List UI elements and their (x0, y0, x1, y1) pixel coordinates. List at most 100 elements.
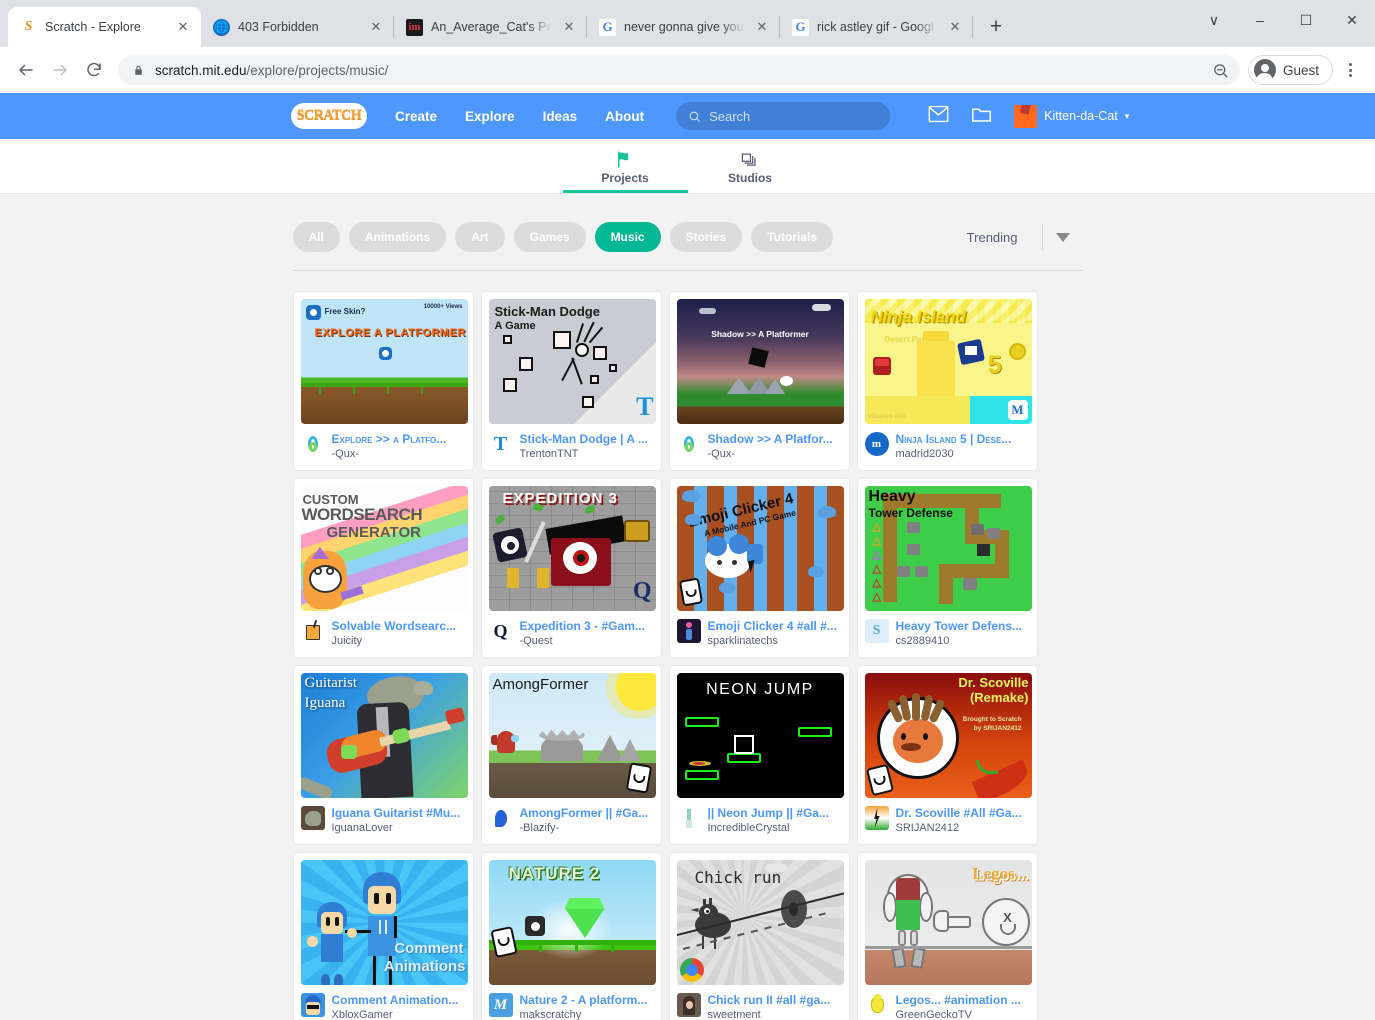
project-author[interactable]: sparklinatechs (708, 634, 842, 648)
profile-button[interactable]: Guest (1247, 55, 1333, 85)
project-avatar[interactable] (676, 432, 701, 456)
filter-chip-art[interactable]: Art (455, 222, 505, 252)
project-card[interactable]: Heavy Tower Defense △ △ △ △ △ △ S Heavy … (856, 478, 1038, 658)
project-title[interactable]: Dr. Scoville #All #Ga... (896, 806, 1030, 820)
search-input[interactable]: Search (676, 102, 891, 130)
tab-close-icon[interactable]: ✕ (559, 17, 579, 37)
project-author[interactable]: IguanaLover (332, 821, 466, 835)
project-avatar[interactable]: S (864, 619, 889, 643)
filter-chip-all[interactable]: All (292, 222, 340, 252)
browser-tab[interactable]: 🌐 403 Forbidden ✕ (201, 7, 394, 47)
project-title[interactable]: Explore >> a Platfo... (332, 432, 466, 446)
project-avatar[interactable]: m (864, 432, 889, 456)
project-title[interactable]: Solvable Wordsearc... (332, 619, 466, 633)
project-thumbnail[interactable]: EXPEDITION 3 Q (488, 486, 656, 611)
project-avatar[interactable] (300, 993, 325, 1017)
tab-search-caret-icon[interactable]: ∨ (1191, 0, 1237, 40)
project-author[interactable]: -Blazify- (520, 821, 654, 835)
filter-chip-animations[interactable]: Animations (348, 222, 447, 252)
browser-tab[interactable]: im An_Average_Cat's Pr ✕ (394, 7, 587, 47)
project-card[interactable]: Ninja Island Desert Paradise 5 #Games #A… (856, 291, 1038, 471)
tab-projects[interactable]: Projects (562, 139, 688, 193)
project-avatar[interactable]: Q (488, 619, 513, 643)
project-avatar[interactable] (864, 806, 889, 830)
project-card[interactable]: AmongFormer AmongFormer || #Ga... -Blazi… (480, 665, 662, 845)
project-card[interactable]: Emoji Clicker 4 A Mobile And PC Game Emo… (668, 478, 850, 658)
account-menu[interactable]: Kitten-da-Cat ▾ (1014, 104, 1129, 128)
project-thumbnail[interactable]: Emoji Clicker 4 A Mobile And PC Game (676, 486, 844, 611)
browser-tab[interactable]: G rick astley gif - Googl ✕ (780, 7, 973, 47)
project-author[interactable]: -Qux- (708, 447, 842, 461)
tab-close-icon[interactable]: ✕ (752, 17, 772, 37)
project-avatar[interactable] (676, 619, 701, 643)
project-title[interactable]: Heavy Tower Defens... (896, 619, 1030, 633)
tab-studios[interactable]: Studios (688, 139, 813, 193)
project-avatar[interactable] (300, 806, 325, 830)
project-card[interactable]: NATURE 2 M Nature 2 - A platform... maks… (480, 852, 662, 1020)
close-window-button[interactable]: ✕ (1329, 0, 1375, 40)
project-thumbnail[interactable]: Heavy Tower Defense △ △ △ △ △ △ (864, 486, 1032, 611)
project-title[interactable]: Shadow >> A Platfor... (708, 432, 842, 446)
project-thumbnail[interactable]: Legos... X (864, 860, 1032, 985)
project-title[interactable]: Iguana Guitarist #Mu... (332, 806, 466, 820)
filter-chip-games[interactable]: Games (513, 222, 586, 252)
project-title[interactable]: Legos... #animation ... (896, 993, 1030, 1007)
project-author[interactable]: makscratchy (520, 1008, 654, 1020)
project-title[interactable]: AmongFormer || #Ga... (520, 806, 654, 820)
project-card[interactable]: Free Skin? 10000+ Views EXPLORE A PLATFO… (292, 291, 474, 471)
project-thumbnail[interactable]: Ninja Island Desert Paradise 5 #Games #A… (864, 299, 1032, 424)
project-avatar[interactable] (300, 619, 325, 643)
project-avatar[interactable] (864, 993, 889, 1017)
scratch-logo-icon[interactable]: SCRATCH (291, 103, 367, 129)
project-author[interactable]: sweetment (708, 1008, 842, 1020)
address-bar[interactable]: scratch.mit.edu/explore/projects/music/ (118, 55, 1240, 85)
project-thumbnail[interactable]: NEON JUMP (676, 673, 844, 798)
browser-tab[interactable]: S Scratch - Explore ✕ (8, 7, 201, 47)
project-title[interactable]: Comment Animation... (332, 993, 466, 1007)
project-author[interactable]: SRIJAN2412 (896, 821, 1030, 835)
project-card[interactable]: CUSTOM WORDSEARCH GENERATOR Solvable Wor… (292, 478, 474, 658)
project-card[interactable]: Guitarist Iguana Iguana Guitarist #Mu...… (292, 665, 474, 845)
tab-close-icon[interactable]: ✕ (366, 17, 386, 37)
project-author[interactable]: cs2889410 (896, 634, 1030, 648)
project-card[interactable]: Stick-Man Dodge A Game T T Stick-Man Dod… (480, 291, 662, 471)
project-avatar[interactable] (488, 806, 513, 830)
project-author[interactable]: GreenGeckoTV (896, 1008, 1030, 1020)
nav-link-create[interactable]: Create (381, 109, 451, 124)
project-card[interactable]: NEON JUMP || Neon Jump || #Ga... Incredi… (668, 665, 850, 845)
project-thumbnail[interactable]: Stick-Man Dodge A Game T (488, 299, 656, 424)
sort-caret-icon[interactable] (1043, 232, 1083, 242)
project-title[interactable]: Stick-Man Dodge | A ... (520, 432, 654, 446)
nav-link-explore[interactable]: Explore (451, 109, 529, 124)
project-thumbnail[interactable]: Dr. Scoville (Remake) Brought to Scratch… (864, 673, 1032, 798)
forward-icon[interactable] (44, 54, 76, 86)
project-title[interactable]: Emoji Clicker 4 #all #... (708, 619, 842, 633)
project-author[interactable]: -Quest (520, 634, 654, 648)
project-avatar[interactable] (676, 993, 701, 1017)
my-stuff-folder-icon[interactable] (971, 105, 992, 128)
tab-close-icon[interactable]: ✕ (173, 17, 193, 37)
project-thumbnail[interactable]: Guitarist Iguana (300, 673, 468, 798)
project-card[interactable]: Chick run Chick run II #all #ga... sweet… (668, 852, 850, 1020)
project-title[interactable]: Chick run II #all #ga... (708, 993, 842, 1007)
project-thumbnail[interactable]: NATURE 2 (488, 860, 656, 985)
project-author[interactable]: XbloxGamer (332, 1008, 466, 1020)
project-avatar[interactable]: T (488, 432, 513, 456)
project-thumbnail[interactable]: AmongFormer (488, 673, 656, 798)
tab-close-icon[interactable]: ✕ (945, 17, 965, 37)
project-author[interactable]: Juicity (332, 634, 466, 648)
minimize-button[interactable]: – (1237, 0, 1283, 40)
browser-menu-icon[interactable] (1335, 55, 1365, 85)
project-card[interactable]: EXPEDITION 3 Q Q Expedition 3 - #Gam... … (480, 478, 662, 658)
project-avatar[interactable]: M (488, 993, 513, 1017)
project-card[interactable]: Dr. Scoville (Remake) Brought to Scratch… (856, 665, 1038, 845)
project-author[interactable]: -Qux- (332, 447, 466, 461)
nav-link-about[interactable]: About (591, 109, 658, 124)
project-avatar[interactable] (676, 806, 701, 830)
zoom-out-icon[interactable] (1208, 57, 1234, 83)
project-avatar[interactable] (300, 432, 325, 456)
project-author[interactable]: TrentonTNT (520, 447, 654, 461)
back-icon[interactable] (10, 54, 42, 86)
project-title[interactable]: Expedition 3 - #Gam... (520, 619, 654, 633)
filter-chip-music[interactable]: Music (594, 222, 661, 252)
